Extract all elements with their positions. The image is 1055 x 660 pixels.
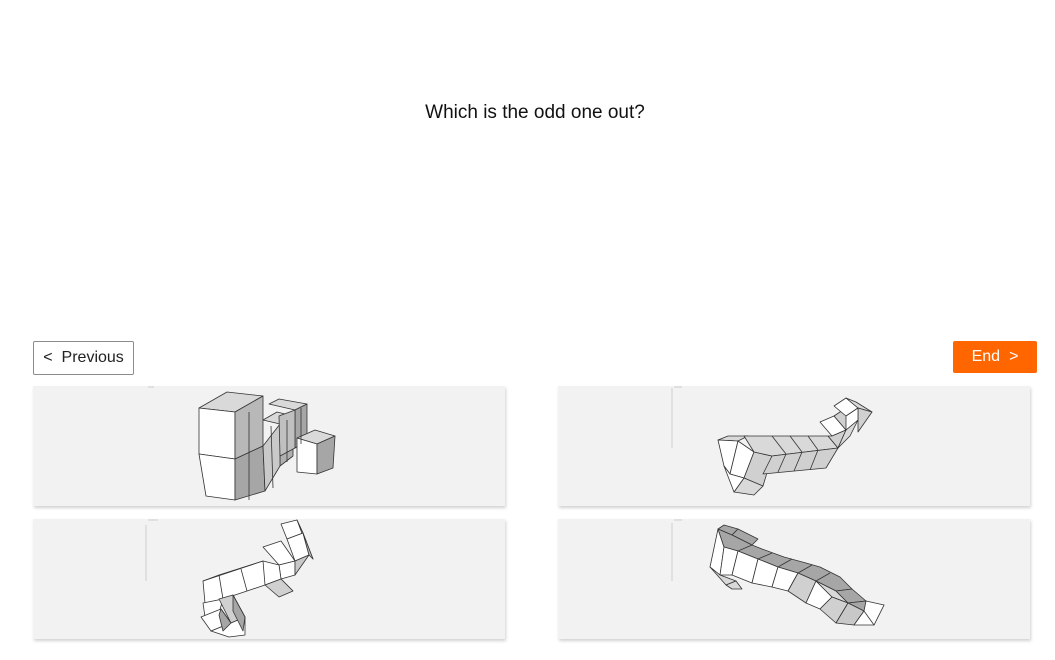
quiz-page: Which is the odd one out? < Previous End… — [0, 0, 1055, 660]
answer-option-d[interactable] — [558, 519, 1030, 639]
answer-option-c[interactable] — [33, 519, 505, 639]
answer-option-a[interactable] — [33, 386, 505, 506]
answer-option-b[interactable] — [558, 386, 1030, 506]
end-label: End — [971, 348, 1001, 365]
cube-structure-icon — [145, 519, 314, 638]
cube-structure-icon — [671, 519, 885, 626]
previous-button[interactable]: < Previous — [33, 341, 134, 375]
question-text: Which is the odd one out? — [425, 102, 645, 123]
chevron-left-icon: < — [43, 349, 53, 366]
end-button[interactable]: End > — [953, 341, 1037, 373]
cube-structure-icon — [671, 386, 873, 496]
chevron-right-icon: > — [1009, 348, 1019, 365]
previous-label: Previous — [61, 349, 124, 366]
cube-structure-icon — [148, 386, 336, 501]
